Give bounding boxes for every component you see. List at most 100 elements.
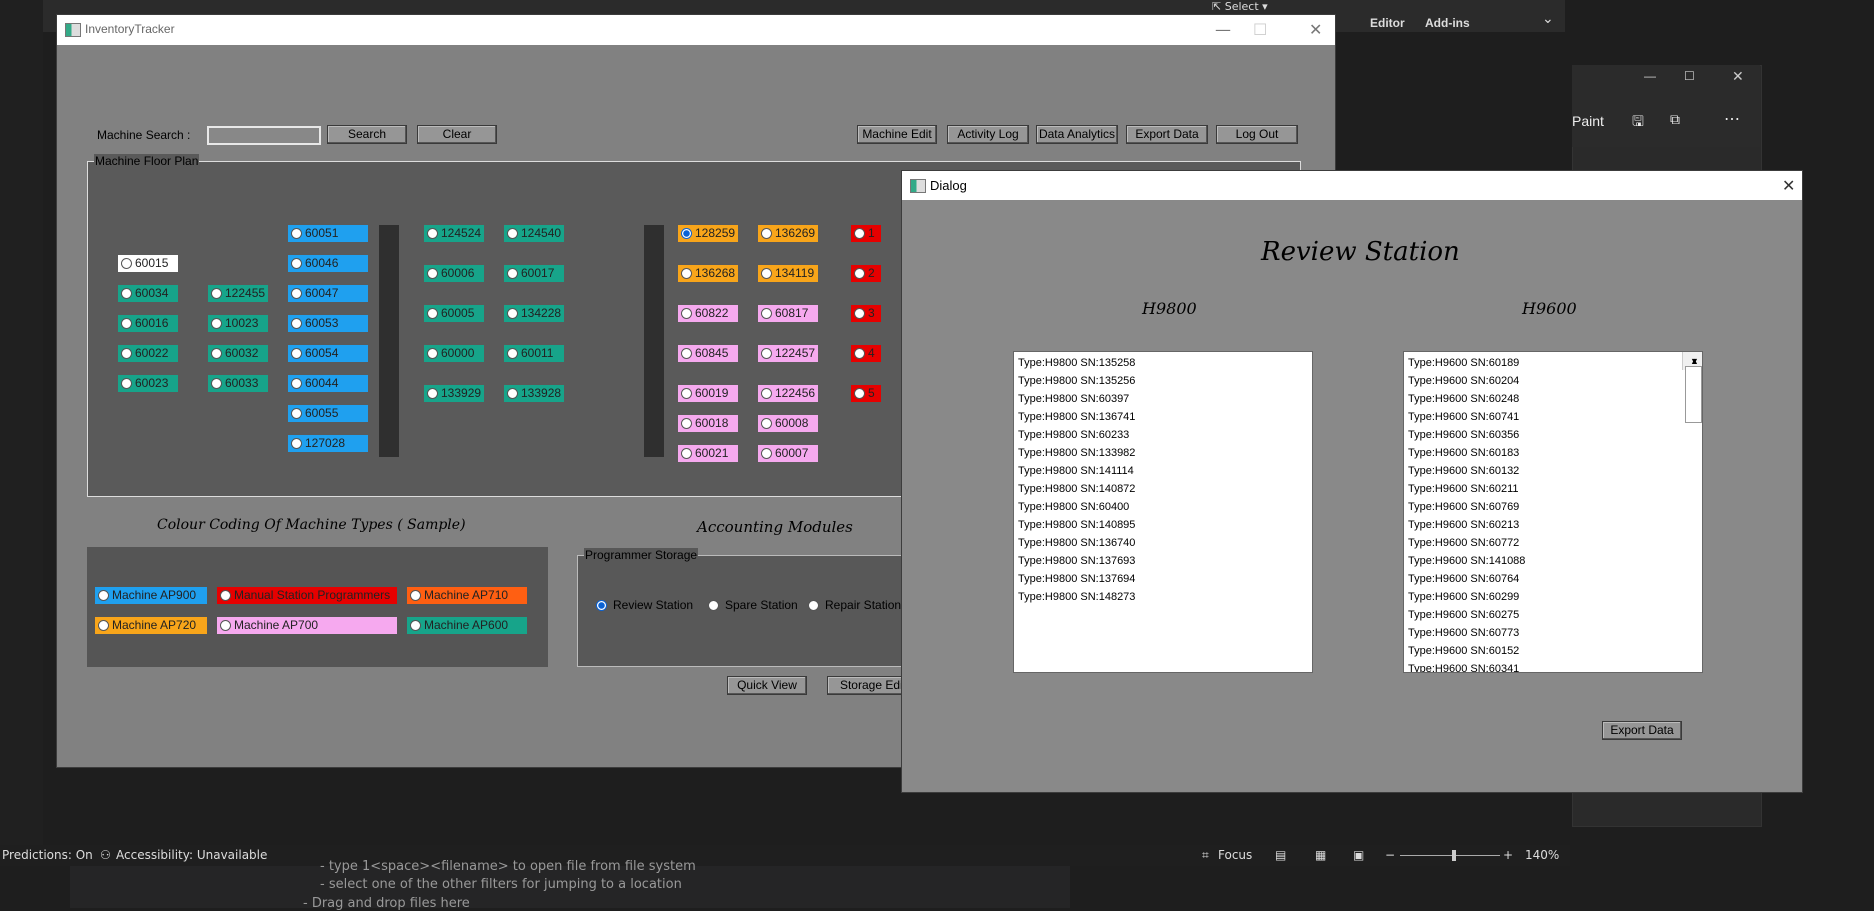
machine-station-136268[interactable]: 136268: [678, 265, 738, 282]
machine-station-128259[interactable]: 128259: [678, 225, 738, 242]
machine-station-4[interactable]: 4: [851, 345, 881, 362]
list-item[interactable]: Type:H9800 SN:60233: [1014, 426, 1312, 444]
maximize-icon[interactable]: ☐: [1684, 69, 1695, 83]
machine-station-60011[interactable]: 60011: [504, 345, 564, 362]
ribbon-tab-addins[interactable]: Add-ins: [1425, 16, 1470, 30]
export-data-button[interactable]: Export Data: [1126, 125, 1208, 144]
machine-station-122455[interactable]: 122455: [208, 285, 268, 302]
machine-station-60019[interactable]: 60019: [678, 385, 738, 402]
list-item[interactable]: Type:H9600 SN:60213: [1404, 516, 1702, 534]
machine-station-136269[interactable]: 136269: [758, 225, 818, 242]
list-item[interactable]: Type:H9600 SN:60132: [1404, 462, 1702, 480]
zoom-in-icon[interactable]: +: [1503, 848, 1513, 862]
maximize-icon[interactable]: ☐: [1253, 20, 1267, 39]
read-mode-icon[interactable]: ▤: [1275, 848, 1286, 862]
list-scrollbar[interactable]: ▲ ▼: [1682, 352, 1702, 423]
list-item[interactable]: Type:H9800 SN:140872: [1014, 480, 1312, 498]
machine-station-122457[interactable]: 122457: [758, 345, 818, 362]
list-item[interactable]: Type:H9600 SN:60189: [1404, 354, 1702, 372]
web-layout-icon[interactable]: ▣: [1353, 848, 1364, 862]
list-item[interactable]: Type:H9800 SN:60397: [1014, 390, 1312, 408]
list-item[interactable]: Type:H9800 SN:141114: [1014, 462, 1312, 480]
list-item[interactable]: Type:H9800 SN:148273: [1014, 588, 1312, 606]
machine-station-60016[interactable]: 60016: [118, 315, 178, 332]
list-item[interactable]: Type:H9600 SN:60183: [1404, 444, 1702, 462]
list-item[interactable]: Type:H9800 SN:137693: [1014, 552, 1312, 570]
machine-station-60032[interactable]: 60032: [208, 345, 268, 362]
machine-station-5[interactable]: 5: [851, 385, 881, 402]
ribbon-tab-editor[interactable]: Editor: [1370, 16, 1405, 30]
machine-station-127028[interactable]: 127028: [288, 435, 368, 452]
close-icon[interactable]: ✕: [1782, 176, 1795, 195]
machine-station-122456[interactable]: 122456: [758, 385, 818, 402]
machine-station-60845[interactable]: 60845: [678, 345, 738, 362]
save-icon[interactable]: 🖫: [1632, 111, 1644, 135]
more-icon[interactable]: ⋯: [1724, 109, 1740, 129]
machine-station-60053[interactable]: 60053: [288, 315, 368, 332]
machine-station-60017[interactable]: 60017: [504, 265, 564, 282]
scroll-down-icon[interactable]: ▼: [1686, 352, 1699, 370]
list-item[interactable]: Type:H9800 SN:136741: [1014, 408, 1312, 426]
close-icon[interactable]: ✕: [1732, 68, 1744, 85]
h9600-list[interactable]: Type:H9600 SN:60189 Type:H9600 SN:60204 Ty…: [1403, 351, 1703, 673]
machine-station-60000[interactable]: 60000: [424, 345, 484, 362]
spare-station-radio[interactable]: Spare Station: [708, 598, 798, 612]
machine-station-60047[interactable]: 60047: [288, 285, 368, 302]
review-station-radio[interactable]: Review Station: [596, 598, 693, 612]
list-item[interactable]: Type:H9600 SN:60152: [1404, 642, 1702, 660]
machine-station-60033[interactable]: 60033: [208, 375, 268, 392]
machine-station-60018[interactable]: 60018: [678, 415, 738, 432]
machine-station-60008[interactable]: 60008: [758, 415, 818, 432]
machine-station-2[interactable]: 2: [851, 265, 881, 282]
machine-station-60051[interactable]: 60051: [288, 225, 368, 242]
copy-icon[interactable]: ⧉: [1670, 111, 1680, 128]
zoom-slider-thumb[interactable]: [1452, 850, 1456, 861]
machine-search-input[interactable]: [207, 126, 321, 145]
list-item[interactable]: Type:H9600 SN:60211: [1404, 480, 1702, 498]
machine-station-134119[interactable]: 134119: [758, 265, 818, 282]
minimize-icon[interactable]: —: [1215, 20, 1231, 39]
machine-station-3[interactable]: 3: [851, 305, 881, 322]
list-item[interactable]: Type:H9800 SN:137694: [1014, 570, 1312, 588]
activity-log-button[interactable]: Activity Log: [947, 125, 1029, 144]
machine-station-1[interactable]: 1: [851, 225, 881, 242]
scrollbar-thumb[interactable]: [1685, 366, 1702, 423]
zoom-out-icon[interactable]: −: [1385, 848, 1395, 862]
machine-station-60055[interactable]: 60055: [288, 405, 368, 422]
machine-station-124540[interactable]: 124540: [504, 225, 564, 242]
machine-station-60044[interactable]: 60044: [288, 375, 368, 392]
machine-station-60006[interactable]: 60006: [424, 265, 484, 282]
dialog-export-data-button[interactable]: Export Data: [1602, 721, 1682, 740]
list-item[interactable]: Type:H9600 SN:60299: [1404, 588, 1702, 606]
log-out-button[interactable]: Log Out: [1216, 125, 1298, 144]
list-item[interactable]: Type:H9600 SN:60356: [1404, 426, 1702, 444]
list-item[interactable]: Type:H9600 SN:60772: [1404, 534, 1702, 552]
close-icon[interactable]: ✕: [1309, 20, 1322, 39]
machine-station-124524[interactable]: 124524: [424, 225, 484, 242]
print-layout-icon[interactable]: ▦: [1315, 848, 1326, 862]
search-button[interactable]: Search: [327, 125, 407, 144]
repair-station-radio[interactable]: Repair Station: [808, 598, 901, 612]
zoom-slider[interactable]: [1400, 855, 1500, 856]
data-analytics-button[interactable]: Data Analytics: [1036, 125, 1118, 144]
status-accessibility[interactable]: Accessibility: Unavailable: [116, 848, 267, 862]
machine-station-60822[interactable]: 60822: [678, 305, 738, 322]
machine-station-133929[interactable]: 133929: [424, 385, 484, 402]
list-item[interactable]: Type:H9800 SN:133982: [1014, 444, 1312, 462]
list-item[interactable]: Type:H9600 SN:60341: [1404, 660, 1702, 672]
list-item[interactable]: Type:H9600 SN:60275: [1404, 606, 1702, 624]
list-item[interactable]: Type:H9600 SN:141088: [1404, 552, 1702, 570]
zoom-level[interactable]: 140%: [1525, 848, 1559, 862]
machine-station-10023[interactable]: 10023: [208, 315, 268, 332]
clear-button[interactable]: Clear: [417, 125, 497, 144]
machine-station-60817[interactable]: 60817: [758, 305, 818, 322]
machine-station-60005[interactable]: 60005: [424, 305, 484, 322]
machine-station-60054[interactable]: 60054: [288, 345, 368, 362]
h9800-list[interactable]: Type:H9800 SN:135258 Type:H9800 SN:135256…: [1013, 351, 1313, 673]
list-item[interactable]: Type:H9800 SN:136740: [1014, 534, 1312, 552]
status-focus[interactable]: Focus: [1218, 848, 1252, 862]
machine-station-60023[interactable]: 60023: [118, 375, 178, 392]
list-item[interactable]: Type:H9800 SN:140895: [1014, 516, 1312, 534]
machine-station-60021[interactable]: 60021: [678, 445, 738, 462]
minimize-icon[interactable]: —: [1644, 69, 1656, 83]
